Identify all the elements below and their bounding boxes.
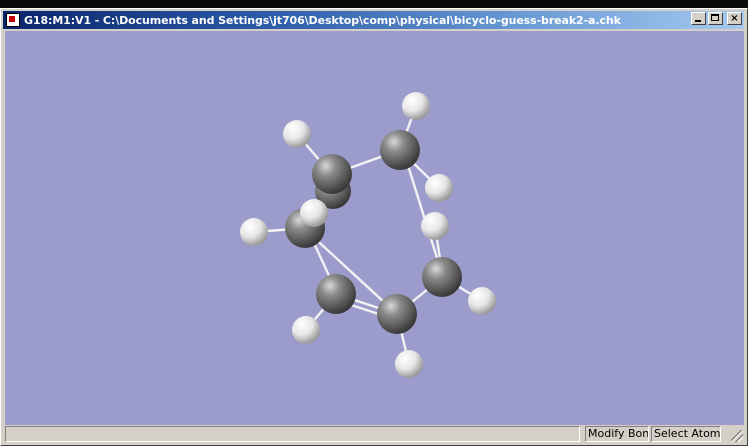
hydrogen-atom[interactable] xyxy=(395,350,423,378)
maximize-button[interactable] xyxy=(708,12,723,25)
hydrogen-atom[interactable] xyxy=(300,199,328,227)
carbon-atom[interactable] xyxy=(380,130,420,170)
gaussview-icon[interactable] xyxy=(6,13,20,27)
atoms xyxy=(240,92,496,378)
hydrogen-atom[interactable] xyxy=(240,218,268,246)
carbon-atom[interactable] xyxy=(377,294,417,334)
resize-grip-icon[interactable] xyxy=(731,430,743,442)
status-message xyxy=(5,426,580,442)
carbon-atom[interactable] xyxy=(316,274,356,314)
minimize-button[interactable] xyxy=(691,12,706,25)
hydrogen-atom[interactable] xyxy=(402,92,430,120)
window-controls: × xyxy=(691,12,742,25)
title-bar[interactable]: G18:M1:V1 - C:\Documents and Settings\jt… xyxy=(3,11,744,29)
molecule-viewport[interactable] xyxy=(5,31,744,425)
window-title: G18:M1:V1 - C:\Documents and Settings\jt… xyxy=(24,13,621,27)
carbon-atom[interactable] xyxy=(312,154,352,194)
hydrogen-atom[interactable] xyxy=(425,174,453,202)
hydrogen-atom[interactable] xyxy=(283,120,311,148)
status-mode: Modify Bond xyxy=(585,426,649,442)
close-button[interactable]: × xyxy=(727,12,742,25)
gaussview-window: G18:M1:V1 - C:\Documents and Settings\jt… xyxy=(0,8,748,446)
molecule-canvas[interactable] xyxy=(5,31,744,425)
hydrogen-atom[interactable] xyxy=(468,287,496,315)
hydrogen-atom[interactable] xyxy=(292,316,320,344)
status-hint: Select Atom 1 xyxy=(651,426,721,442)
hydrogen-atom[interactable] xyxy=(421,212,449,240)
carbon-atom[interactable] xyxy=(422,257,462,297)
status-bar: Modify Bond Select Atom 1 xyxy=(5,426,744,443)
